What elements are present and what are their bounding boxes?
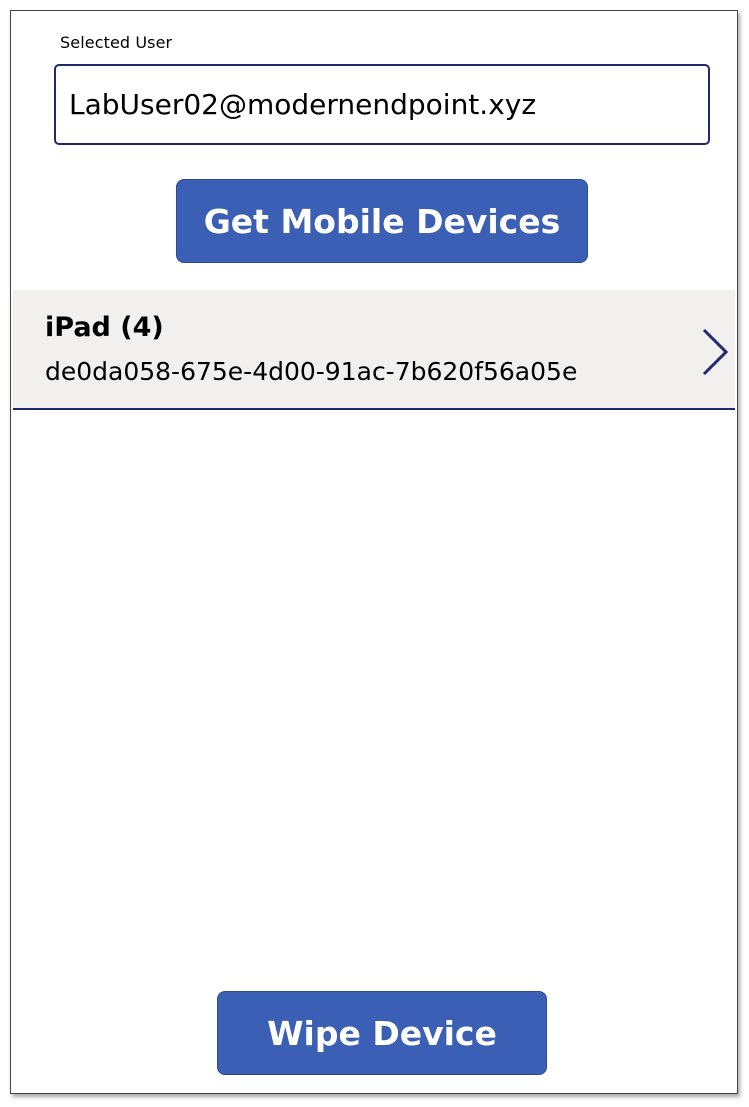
get-mobile-devices-button[interactable]: Get Mobile Devices [176,179,588,263]
chevron-right-icon[interactable] [701,328,729,376]
device-list: iPad (4) de0da058-675e-4d00-91ac-7b620f5… [13,290,735,410]
selected-user-label: Selected User [60,33,173,52]
selected-user-input[interactable] [54,64,710,145]
list-item[interactable]: iPad (4) de0da058-675e-4d00-91ac-7b620f5… [13,290,735,410]
device-id: de0da058-675e-4d00-91ac-7b620f56a05e [45,357,578,386]
app-screen: Selected User Get Mobile Devices iPad (4… [10,10,738,1094]
device-name: iPad (4) [45,312,164,343]
wipe-device-button[interactable]: Wipe Device [217,991,547,1075]
